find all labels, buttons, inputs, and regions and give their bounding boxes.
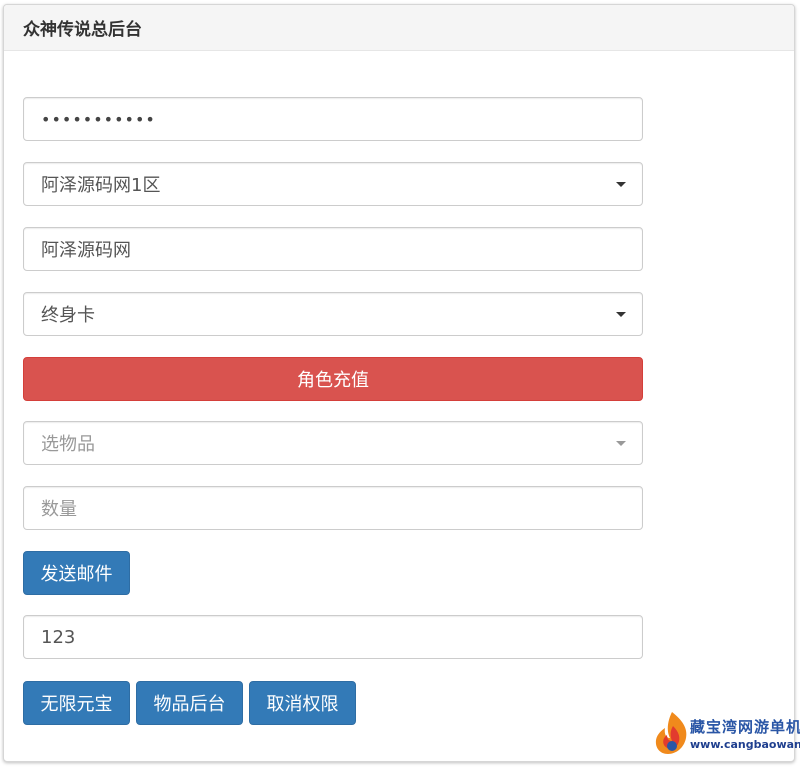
panel-heading: 众神传说总后台 [4, 5, 794, 51]
code-input[interactable]: 123 [23, 615, 643, 659]
quantity-input[interactable]: 数量 [23, 486, 643, 530]
watermark-name: 藏宝湾网游单机 [690, 718, 800, 736]
chevron-down-icon [616, 440, 626, 446]
unlimited-gold-button-label: 无限元宝 [40, 694, 113, 715]
page-title: 众神传说总后台 [23, 20, 142, 40]
card-select[interactable]: 终身卡 [23, 292, 643, 336]
send-mail-button-label: 发送邮件 [40, 564, 113, 585]
item-admin-button-label: 物品后台 [153, 694, 226, 715]
send-mail-button[interactable]: 发送邮件 [23, 551, 130, 595]
recharge-button[interactable]: 角色充值 [23, 357, 643, 401]
chevron-down-icon [616, 181, 626, 187]
watermark-url: www.cangbaowan.net [690, 738, 800, 751]
item-admin-button[interactable]: 物品后台 [136, 681, 243, 725]
item-select[interactable]: 选物品 [23, 421, 643, 465]
flame-logo-icon [655, 712, 687, 754]
watermark-logo: 藏宝湾网游单机 www.cangbaowan.net [652, 706, 800, 760]
revoke-permission-button[interactable]: 取消权限 [249, 681, 356, 725]
password-value: ••••••••••• [41, 109, 156, 129]
password-field[interactable]: ••••••••••• [23, 97, 643, 141]
admin-panel: 众神传说总后台 ••••••••••• 阿泽源码网1区 阿泽源码网 终身卡 角色… [3, 4, 795, 762]
quantity-placeholder: 数量 [41, 499, 77, 520]
card-select-value: 终身卡 [41, 305, 95, 326]
revoke-permission-button-label: 取消权限 [266, 694, 339, 715]
recharge-button-label: 角色充值 [297, 370, 369, 391]
chevron-down-icon [616, 311, 626, 317]
role-name-input[interactable]: 阿泽源码网 [23, 227, 643, 271]
item-select-placeholder: 选物品 [41, 434, 95, 455]
role-name-value: 阿泽源码网 [41, 240, 131, 261]
unlimited-gold-button[interactable]: 无限元宝 [23, 681, 130, 725]
server-select[interactable]: 阿泽源码网1区 [23, 162, 643, 206]
code-input-value: 123 [41, 626, 76, 648]
server-select-value: 阿泽源码网1区 [41, 175, 161, 196]
